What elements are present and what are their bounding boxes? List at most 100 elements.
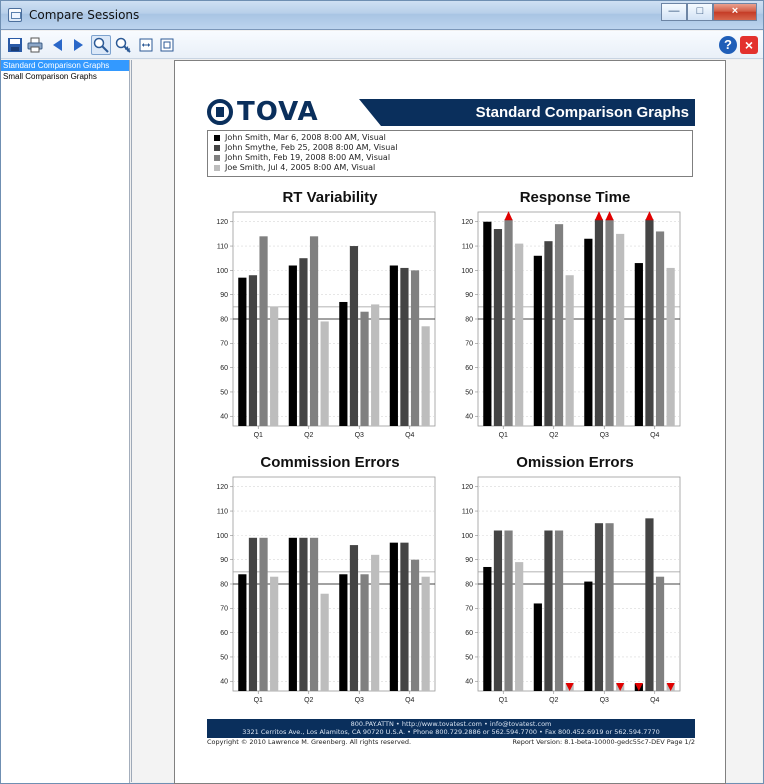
- y-tick-label: 100: [461, 533, 473, 540]
- print-icon: [27, 37, 43, 53]
- fit-width-button[interactable]: [136, 35, 156, 55]
- legend-label: John Smythe, Feb 25, 2008 8:00 AM, Visua…: [225, 143, 398, 152]
- bar: [616, 233, 625, 426]
- x-tick-label: Q2: [549, 697, 558, 704]
- y-tick-label: 60: [220, 630, 228, 637]
- x-tick-label: Q1: [254, 432, 263, 439]
- y-tick-label: 70: [220, 606, 228, 613]
- zoom-in-button[interactable]: [113, 35, 133, 55]
- x-tick-label: Q3: [355, 432, 364, 439]
- bar: [515, 562, 524, 691]
- window-title: Compare Sessions: [29, 8, 140, 22]
- sidebar-item-small-comparison-graphs[interactable]: Small Comparison Graphs: [1, 71, 129, 82]
- chart-title: Commission Errors: [260, 454, 400, 471]
- y-tick-label: 110: [462, 243, 473, 250]
- y-tick-label: 100: [216, 533, 228, 540]
- bar: [288, 537, 297, 691]
- y-tick-label: 120: [216, 219, 228, 226]
- viewer-toolbar: ? ×: [1, 31, 763, 59]
- bar: [371, 304, 380, 426]
- y-tick-label: 120: [216, 484, 228, 491]
- x-tick-label: Q2: [549, 432, 558, 439]
- minimize-button[interactable]: —: [661, 3, 687, 21]
- save-icon: [8, 38, 22, 52]
- maximize-button[interactable]: □: [687, 3, 713, 21]
- bar: [666, 267, 675, 426]
- y-tick-label: 80: [465, 581, 473, 588]
- bar: [389, 542, 398, 691]
- app-icon: [8, 8, 22, 22]
- y-tick-label: 110: [217, 508, 228, 515]
- fit-page-button[interactable]: [157, 35, 177, 55]
- bar: [270, 306, 279, 426]
- x-tick-label: Q4: [650, 432, 659, 439]
- bar: [400, 542, 409, 691]
- bar: [309, 236, 319, 426]
- commission-errors-chart: Commission Errors 40 50 60 70 80 90 100 110 120 Q…: [205, 454, 455, 714]
- bar: [248, 537, 258, 691]
- bar: [349, 545, 359, 691]
- y-tick-label: 110: [217, 243, 228, 250]
- legend-label: Joe Smith, Jul 4, 2005 8:00 AM, Visual: [225, 163, 376, 172]
- y-tick-label: 100: [461, 268, 473, 275]
- footer-address-line: 3321 Cerritos Ave., Los Alamitos, CA 907…: [242, 728, 660, 736]
- bar: [238, 574, 247, 691]
- bar: [565, 275, 574, 426]
- x-tick-label: Q2: [304, 697, 313, 704]
- next-page-button[interactable]: [68, 35, 88, 55]
- bar: [299, 537, 308, 691]
- help-button[interactable]: ?: [719, 36, 737, 54]
- title-bar: Compare Sessions — □ ×: [1, 1, 763, 30]
- sidebar-item-standard-comparison-graphs[interactable]: Standard Comparison Graphs: [1, 60, 129, 71]
- bar: [238, 277, 247, 426]
- y-tick-label: 60: [465, 365, 473, 372]
- rt-variability-chart: RT Variability 40 50 60 70 80 90 100 110 120 Q1 Q2…: [205, 189, 455, 449]
- bar: [389, 265, 398, 426]
- previous-page-button[interactable]: [48, 35, 68, 55]
- zoom-fit-icon: [93, 37, 109, 53]
- y-tick-label: 90: [465, 557, 473, 564]
- x-tick-label: Q4: [650, 697, 659, 704]
- x-tick-label: Q3: [355, 697, 364, 704]
- bar: [259, 537, 268, 691]
- fit-width-icon: [139, 38, 153, 52]
- y-tick-label: 120: [461, 219, 473, 226]
- report-version-text: Report Version: 8.1-beta-10000-gedc55c7-…: [512, 738, 695, 746]
- legend-swatch: [214, 145, 220, 151]
- bar: [299, 258, 308, 426]
- zoom-fit-button[interactable]: [91, 35, 111, 55]
- zoom-in-icon: [115, 37, 131, 53]
- chart-title: Omission Errors: [516, 454, 634, 471]
- bar: [320, 321, 329, 426]
- bar: [605, 219, 614, 426]
- legend-item: John Smith, Feb 19, 2008 8:00 AM, Visual: [214, 153, 686, 163]
- bar: [584, 581, 593, 691]
- y-tick-label: 70: [465, 606, 473, 613]
- bar: [655, 231, 665, 426]
- response-time-chart: Response Time 40 50 60 70 80 90 100 110 120 Q1 Q2 Q…: [450, 189, 700, 449]
- previous-page-icon: [53, 39, 62, 51]
- close-report-button[interactable]: ×: [740, 36, 758, 54]
- legend-swatch: [214, 155, 220, 161]
- x-tick-label: Q3: [600, 697, 609, 704]
- bar: [594, 523, 604, 691]
- y-tick-label: 50: [220, 389, 228, 396]
- bar: [339, 301, 348, 426]
- y-tick-label: 60: [465, 630, 473, 637]
- bar: [504, 530, 513, 691]
- bar: [371, 554, 380, 691]
- report-navigation-sidebar: Standard Comparison Graphs Small Compari…: [1, 60, 130, 783]
- bar: [320, 593, 329, 691]
- x-tick-label: Q4: [405, 697, 414, 704]
- save-button[interactable]: [5, 35, 25, 55]
- print-button[interactable]: [25, 35, 45, 55]
- report-footer-bar: 800.PAY.ATTN • http://www.tovatest.com •…: [207, 719, 695, 738]
- report-viewer[interactable]: TOVA Standard Comparison Graphs John Smi…: [131, 60, 762, 784]
- bar: [270, 576, 279, 691]
- bar: [533, 255, 542, 426]
- legend-label: John Smith, Mar 6, 2008 8:00 AM, Visual: [225, 133, 386, 142]
- bar: [410, 270, 420, 426]
- legend-label: John Smith, Feb 19, 2008 8:00 AM, Visual: [225, 153, 391, 162]
- close-window-button[interactable]: ×: [713, 3, 757, 21]
- x-tick-label: Q1: [254, 697, 263, 704]
